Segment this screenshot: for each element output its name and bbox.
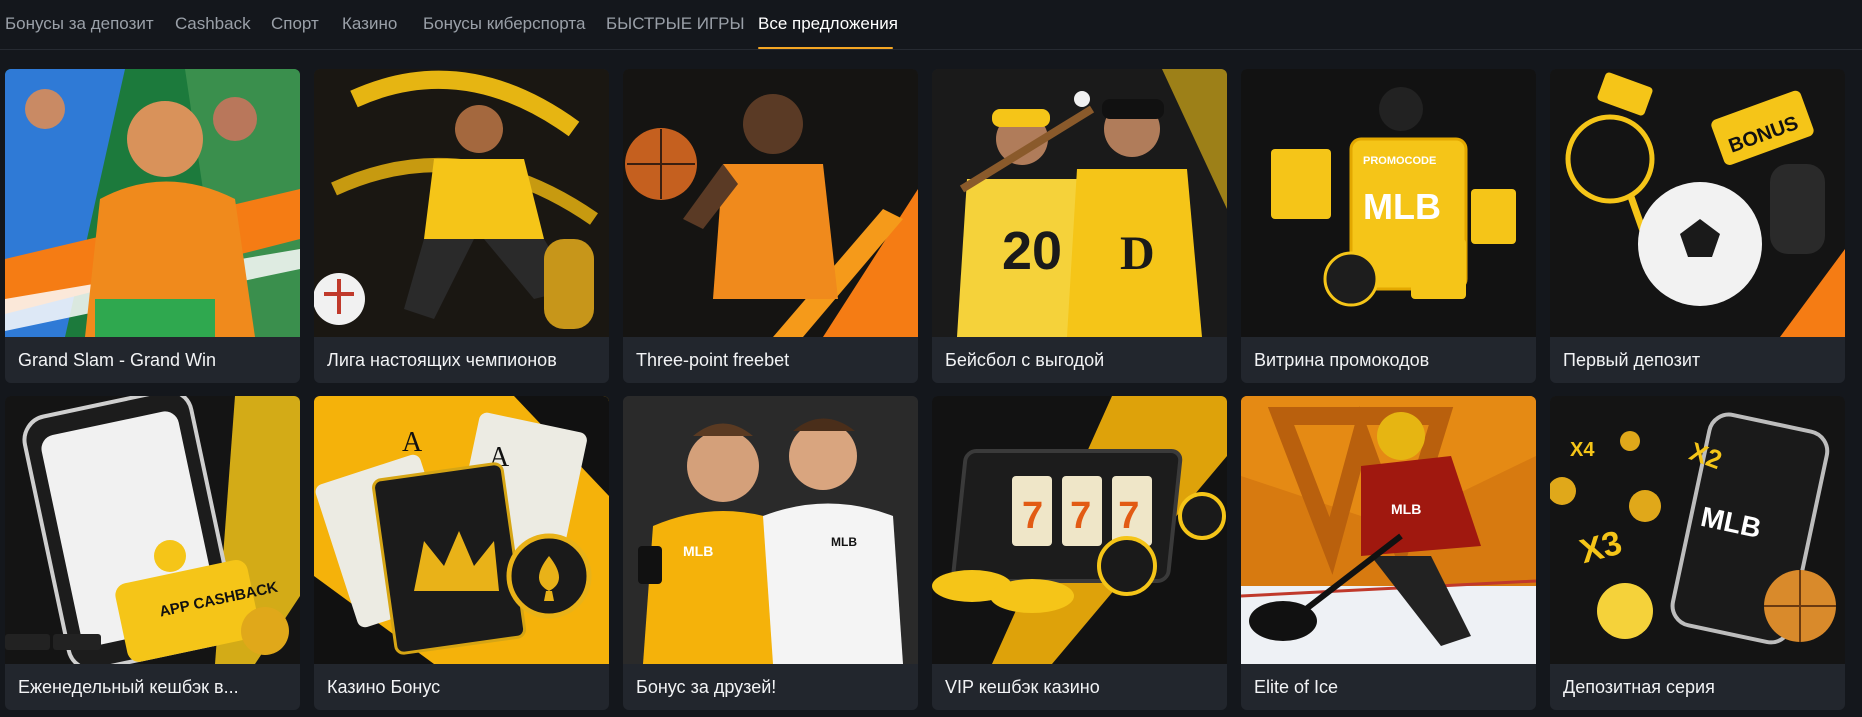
offer-card[interactable]: 20 D Бейсбол с выгодой: [932, 69, 1227, 383]
tab-cashback[interactable]: Cashback: [175, 14, 251, 34]
offer-image-first-deposit: BONUS: [1550, 69, 1845, 337]
offer-card[interactable]: Three-point freebet: [623, 69, 918, 383]
offer-image-baseball: 20 D: [932, 69, 1227, 337]
offer-image-app-cashback: APP CASHBACK: [5, 396, 300, 664]
offer-title: Лига настоящих чемпионов: [327, 350, 557, 370]
svg-text:PROMOCODE: PROMOCODE: [1363, 155, 1436, 167]
offer-card[interactable]: PROMOCODE MLB Витрина промокодов: [1241, 69, 1536, 383]
svg-text:MLB: MLB: [831, 535, 857, 549]
offer-card[interactable]: Grand Slam - Grand Win: [5, 69, 300, 383]
tab-fast-games[interactable]: БЫСТРЫЕ ИГРЫ: [606, 14, 745, 34]
offer-title: Витрина промокодов: [1254, 350, 1430, 370]
offer-card[interactable]: MLB MLB Бонус за друзей!: [623, 396, 918, 710]
tab-deposit-bonuses[interactable]: Бонусы за депозит: [5, 14, 154, 34]
offer-card[interactable]: BONUS Первый депозит: [1550, 69, 1845, 383]
offer-image-basketball: [623, 69, 918, 337]
art-jersey-number: 20: [1002, 221, 1062, 281]
offer-title: Elite of Ice: [1254, 677, 1339, 697]
offer-card[interactable]: Лига настоящих чемпионов: [314, 69, 609, 383]
offer-title: Grand Slam - Grand Win: [18, 350, 217, 370]
offer-image-tennis: [5, 69, 300, 337]
offer-image-football: [314, 69, 609, 337]
offer-card[interactable]: APP CASHBACK Еженедельный кешбэк в...: [5, 396, 300, 710]
art-slot-digits: 777: [1022, 495, 1166, 537]
tab-esports-bonuses[interactable]: Бонусы киберспорта: [423, 14, 585, 34]
art-jersey-logo: MLB: [1391, 501, 1421, 517]
offer-card[interactable]: MLB Elite of Ice: [1241, 396, 1536, 710]
offer-image-friends: MLB MLB: [623, 396, 918, 664]
tab-casino[interactable]: Казино: [342, 14, 397, 34]
offer-title: Казино Бонус: [327, 677, 441, 697]
offer-title: Three-point freebet: [636, 350, 790, 370]
svg-text:D: D: [1120, 227, 1155, 280]
offer-title: Бейсбол с выгодой: [945, 350, 1105, 370]
offer-title: Еженедельный кешбэк в...: [18, 677, 239, 697]
offer-image-promocodes: PROMOCODE MLB: [1241, 69, 1536, 337]
offer-image-deposit-series: MLB X3 X4 X2: [1550, 396, 1845, 664]
art-shirt-logo: MLB: [683, 543, 713, 559]
svg-text:A: A: [402, 427, 423, 458]
svg-text:X4: X4: [1570, 439, 1595, 461]
offers-tab-bar: Бонусы за депозит Cashback Спорт Казино …: [0, 0, 1862, 50]
art-logo-text: MLB: [1363, 186, 1441, 227]
tab-sport[interactable]: Спорт: [271, 14, 319, 34]
offer-card[interactable]: 777 VIP кешбэк казино: [932, 396, 1227, 710]
tab-all-offers[interactable]: Все предложения: [758, 14, 898, 34]
active-tab-indicator: [758, 47, 893, 49]
offer-title: Депозитная серия: [1563, 677, 1715, 697]
offer-image-vip-slots: 777: [932, 396, 1227, 664]
offer-title: VIP кешбэк казино: [945, 677, 1100, 697]
offer-title: Первый депозит: [1563, 350, 1701, 370]
offer-card[interactable]: MLB X3 X4 X2 Депозитная серия: [1550, 396, 1845, 710]
offer-image-casino: A A: [314, 396, 609, 664]
offer-card[interactable]: A A Казино Бонус: [314, 396, 609, 710]
offer-image-hockey: MLB: [1241, 396, 1536, 664]
offer-title: Бонус за друзей!: [636, 677, 777, 697]
